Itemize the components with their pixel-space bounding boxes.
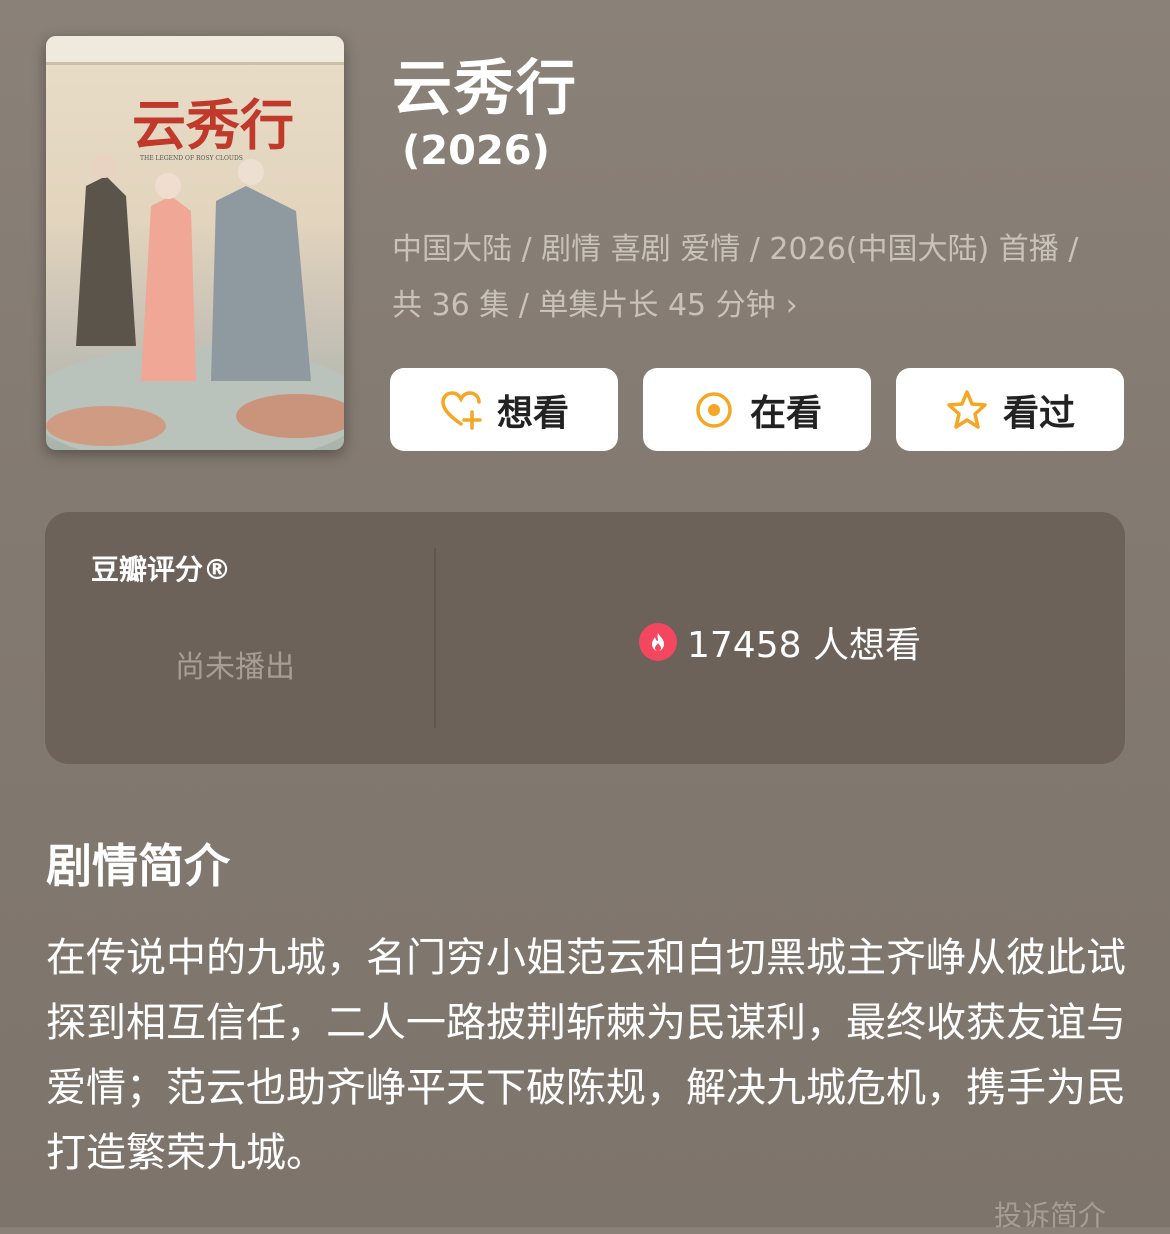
meta-line-2: 共 36 集 / 单集片长 45 分钟 xyxy=(392,288,776,323)
want-to-watch-button[interactable]: 想看 xyxy=(390,368,618,451)
rating-divider xyxy=(434,548,436,728)
watching-label: 在看 xyxy=(749,392,822,434)
want-count-row: 17458 人想看 xyxy=(639,616,921,668)
heart-plus-icon xyxy=(441,390,482,430)
star-icon xyxy=(947,389,987,429)
rating-label: 豆瓣评分® xyxy=(91,553,232,586)
fire-icon xyxy=(639,623,677,661)
watched-button[interactable]: 看过 xyxy=(896,368,1124,451)
report-synopsis-link[interactable]: 投诉简介 xyxy=(994,1194,1106,1234)
poster-image[interactable]: 云秀行 THE LEGEND OF ROSY CLOUDS xyxy=(46,36,344,450)
synopsis-text: 在传说中的九城，名门穷小姐范云和白切黑城主齐峥从彼此试探到相互信任，二人一路披荆… xyxy=(46,935,1126,1176)
chevron-right-icon: › xyxy=(785,288,798,323)
poster-calligraphy: 云秀行 xyxy=(132,93,294,157)
show-year: (2026) xyxy=(402,128,550,174)
rating-card: 豆瓣评分® 尚未播出 17458 人想看 xyxy=(45,512,1125,764)
want-count: 17458 人想看 xyxy=(687,625,921,666)
rating-status: 尚未播出 xyxy=(175,650,295,685)
meta-line-2-wrap: 共 36 集 / 单集片长 45 分钟 › xyxy=(392,278,1132,334)
watching-button[interactable]: 在看 xyxy=(643,368,871,451)
poster-english: THE LEGEND OF ROSY CLOUDS xyxy=(140,155,243,162)
target-icon xyxy=(696,391,732,428)
show-title: 云秀行 xyxy=(392,54,578,124)
want-to-watch-label: 想看 xyxy=(496,392,569,434)
meta-line-1: 中国大陆 / 剧情 喜剧 爱情 / 2026(中国大陆) 首播 / xyxy=(392,232,1079,267)
show-meta[interactable]: 中国大陆 / 剧情 喜剧 爱情 / 2026(中国大陆) 首播 / 共 36 集… xyxy=(392,222,1132,334)
synopsis-title: 剧情简介 xyxy=(46,839,230,893)
watched-label: 看过 xyxy=(1002,392,1075,434)
